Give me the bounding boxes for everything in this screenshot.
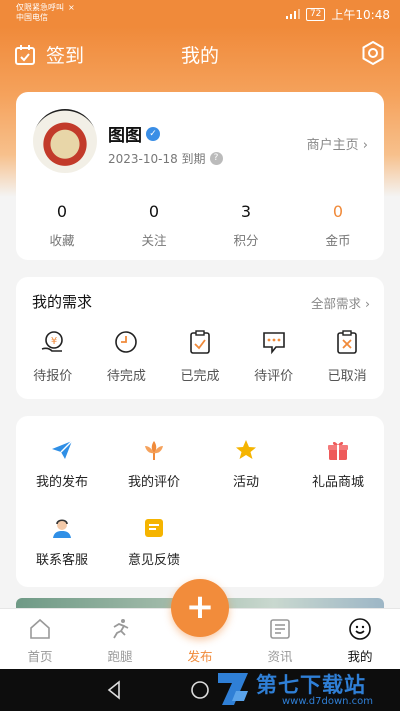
profile-card: 图图 ✓ 2023-10-18 到期 ? 商户主页 › 0 收藏 0 关注 3 … [16,92,384,260]
tool-label: 我的评价 [127,475,180,490]
top-header: 签到 我的 [0,27,400,79]
clipboard-check-icon [190,330,210,354]
need-label: 待报价 [33,369,73,384]
star-icon [236,440,256,459]
stats-row: 0 收藏 0 关注 3 积分 0 金币 [16,202,384,249]
feedback-icon [145,519,163,537]
need-label: 已完成 [180,369,220,384]
tool-my-posts[interactable]: 我的发布 [16,438,108,490]
need-label: 待完成 [106,369,146,384]
tool-feedback[interactable]: 意见反馈 [108,516,200,568]
merchant-home-label: 商户主页 [306,138,359,153]
status-right: 72 上午10:48 [285,6,390,23]
tab-home[interactable]: 首页 [0,609,80,669]
stat-value: 0 [148,202,160,221]
tab-mine[interactable]: 我的 [320,609,400,669]
stat-following[interactable]: 0 关注 [108,202,200,249]
back-icon[interactable] [104,680,124,700]
tool-label: 活动 [232,475,259,490]
stat-label: 金币 [325,233,351,248]
emergency-call-text: 仅限紧急呼叫 [16,3,64,12]
settings-icon[interactable] [360,40,386,66]
watermark-text: 第七下载站 [256,673,366,697]
clipboard-x-icon [337,330,357,354]
clock-time: 上午10:48 [331,8,390,22]
stat-points[interactable]: 3 积分 [200,202,292,249]
need-pending-complete[interactable]: 待完成 [90,329,164,384]
tab-label: 发布 [187,649,213,664]
all-needs-label: 全部需求 [311,296,362,311]
paper-plane-icon [52,440,73,459]
tab-label: 我的 [347,649,373,664]
my-needs-card: 我的需求 全部需求 › ¥ 待报价 待完成 已完成 待评价 已取消 [16,277,384,399]
need-label: 已取消 [327,369,367,384]
merchant-home-link[interactable]: 商户主页 › [307,134,368,153]
smiley-icon [349,618,371,640]
news-icon [270,619,290,639]
yen-coin-icon: ¥ [41,331,63,352]
tool-customer-service[interactable]: 联系客服 [16,516,108,568]
chevron-right-icon: › [362,138,368,153]
publish-plus-button[interactable]: + [171,579,229,637]
site-watermark: 第七下载站 www.d7down.com [214,667,394,711]
need-pending-review[interactable]: 待评价 [237,329,311,384]
watermark-logo-icon [218,673,248,705]
runner-icon [113,619,129,639]
all-needs-link[interactable]: 全部需求 › [311,293,370,312]
tab-news[interactable]: 资讯 [240,609,320,669]
tool-label: 联系客服 [35,553,88,568]
need-completed[interactable]: 已完成 [163,329,237,384]
tab-label: 跑腿 [107,649,133,664]
flower-icon [145,441,163,460]
tab-label: 首页 [27,649,53,664]
signal-icon [285,8,300,22]
stat-label: 收藏 [49,233,75,248]
stat-value: 3 [240,202,252,221]
watermark-url: www.d7down.com [282,696,374,707]
needs-row: ¥ 待报价 待完成 已完成 待评价 已取消 [16,329,384,384]
expiry-text: 2023-10-18 到期 [108,152,206,166]
chat-bubble-icon [262,332,285,355]
help-icon[interactable]: ? [209,152,223,165]
avatar[interactable] [33,109,97,173]
username-text: 图图 [108,126,142,146]
home-icon [30,618,50,639]
close-icon: × [68,3,75,12]
stat-value: 0 [56,202,68,221]
membership-expiry: 2023-10-18 到期 ? [108,150,223,167]
tool-label: 意见反馈 [127,553,180,568]
tab-label: 资讯 [267,649,293,664]
page-title: 我的 [180,45,219,67]
home-circle-icon[interactable] [190,680,210,700]
tab-errand[interactable]: 跑腿 [80,609,160,669]
stat-favorites[interactable]: 0 收藏 [16,202,108,249]
username: 图图 ✓ [108,121,160,146]
service-agent-icon [53,519,71,538]
plus-icon: + [185,587,215,627]
chevron-right-icon: › [365,296,370,311]
need-pending-quote[interactable]: ¥ 待报价 [16,329,90,384]
svg-text:¥: ¥ [51,336,57,347]
carrier-text: 中国电信 [16,13,48,22]
battery-icon: 72 [305,8,326,21]
my-needs-title: 我的需求 [32,293,93,311]
clock-icon [115,331,138,353]
need-cancelled[interactable]: 已取消 [310,329,384,384]
stat-coins[interactable]: 0 金币 [292,202,384,249]
status-bar: 仅限紧急呼叫 × 中国电信 72 上午10:48 [0,0,400,27]
verified-icon: ✓ [146,126,160,141]
tool-activities[interactable]: 活动 [200,438,292,490]
tools-card: 我的发布 我的评价 活动 礼品商城 联系客服 意见反馈 [16,416,384,587]
tool-gift-mall[interactable]: 礼品商城 [292,438,384,490]
stat-value: 0 [332,202,344,221]
tool-label: 我的发布 [35,475,88,490]
status-left: 仅限紧急呼叫 × 中国电信 [16,3,75,23]
stat-label: 关注 [141,233,167,248]
stat-label: 积分 [233,233,259,248]
tool-label: 礼品商城 [311,475,364,490]
gift-icon [328,441,348,460]
need-label: 待评价 [254,369,294,384]
tool-my-reviews[interactable]: 我的评价 [108,438,200,490]
